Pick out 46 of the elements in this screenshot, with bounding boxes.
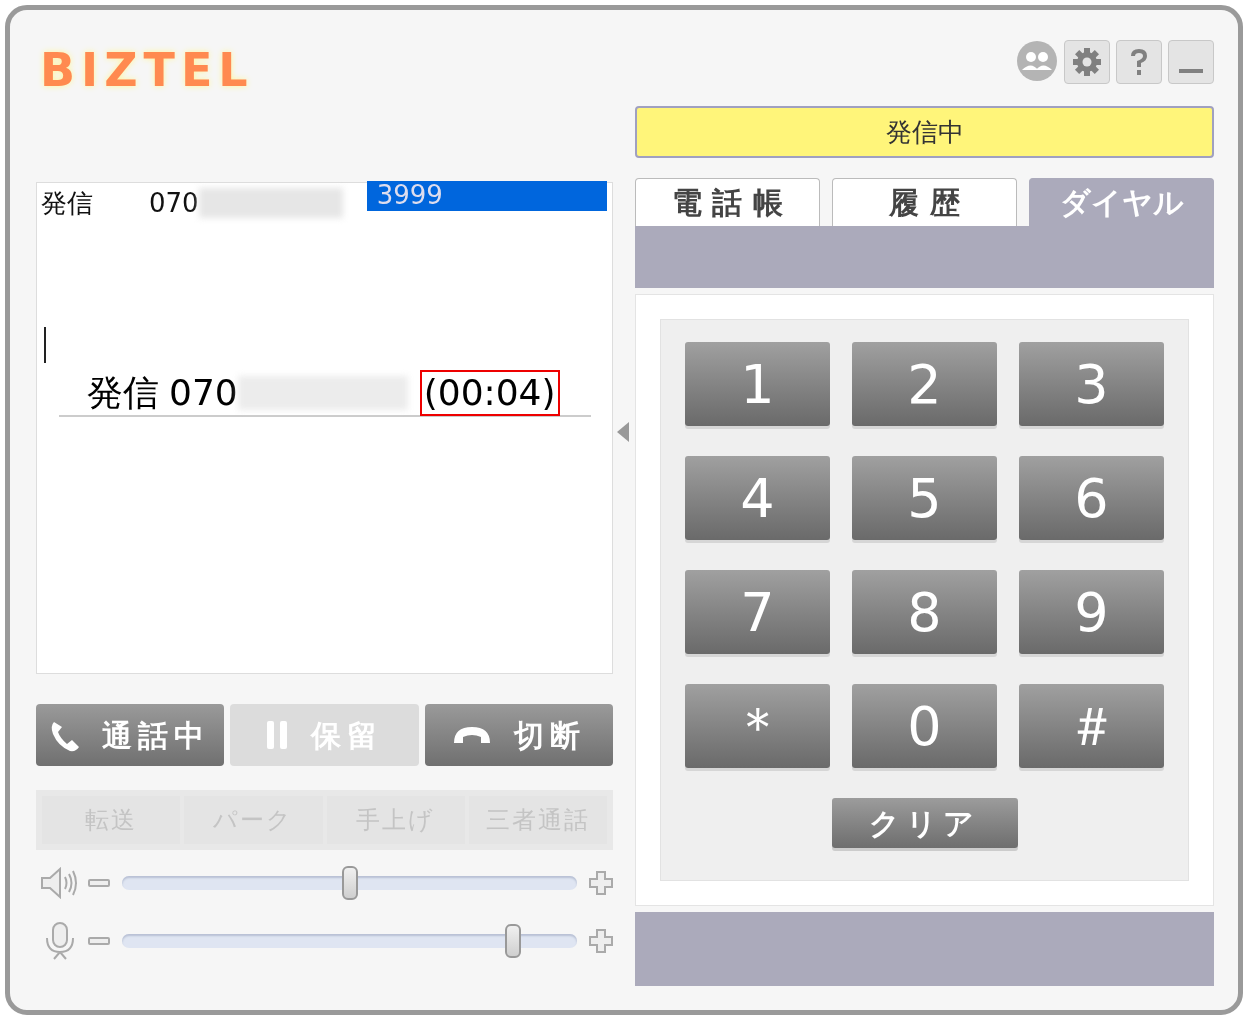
tab[interactable]: 電 話 帳 [635,178,820,226]
minimize-icon [1179,69,1203,73]
microphone-icon [44,922,76,960]
slider-thumb[interactable] [505,924,522,958]
keypad-key[interactable]: ＊ [685,684,830,768]
keypad-key[interactable]: ＃ [1019,684,1164,768]
keypad-key[interactable]: 1 [685,342,830,426]
call-button[interactable]: 切断 [424,704,613,766]
phone-number: 070 [169,371,238,415]
keypad-key[interactable]: 7 [685,570,830,654]
slider[interactable] [122,866,577,900]
status-bar: 発信中 [635,106,1214,158]
tab[interactable]: ダイヤル [1029,178,1214,226]
keypad-key[interactable]: 2 [852,342,997,426]
keypad-key[interactable]: 4 [685,456,830,540]
users-icon[interactable] [1016,40,1058,82]
phone-number: 070 [149,186,199,220]
keypad-key[interactable]: 3 [1019,342,1164,426]
slider-thumb[interactable] [341,866,358,900]
tab[interactable]: 履 歴 [832,178,1017,226]
call-button[interactable]: 通話中 [36,704,225,766]
settings-icon [1072,47,1102,77]
call-duration: (00:04) [419,370,560,416]
keypad-key[interactable]: 9 [1019,570,1164,654]
speaker-icon [40,867,80,899]
slider[interactable] [122,924,577,958]
help-button[interactable] [1116,40,1162,84]
call-direction-label: 発信 [87,371,159,415]
keypad-key[interactable]: 0 [852,684,997,768]
keypad-key[interactable]: 6 [1019,456,1164,540]
pause-icon [265,721,290,749]
hangup-icon [451,725,492,745]
text-cursor [44,327,46,363]
minimize-button[interactable] [1168,40,1214,84]
minus-icon[interactable] [88,879,110,887]
plus-icon[interactable] [589,929,613,953]
collapse-arrow-icon[interactable] [617,422,629,442]
minus-icon[interactable] [88,937,110,945]
call-direction-label: 発信 [41,186,94,220]
logo: BIZTEL [39,42,255,99]
extension-highlight: 3999 [366,181,607,211]
keypad-key[interactable]: 5 [852,456,997,540]
settings-button[interactable] [1064,40,1110,84]
plus-icon[interactable] [589,871,613,895]
keypad-key[interactable]: 8 [852,570,997,654]
clear-button[interactable]: クリア [831,798,1018,848]
